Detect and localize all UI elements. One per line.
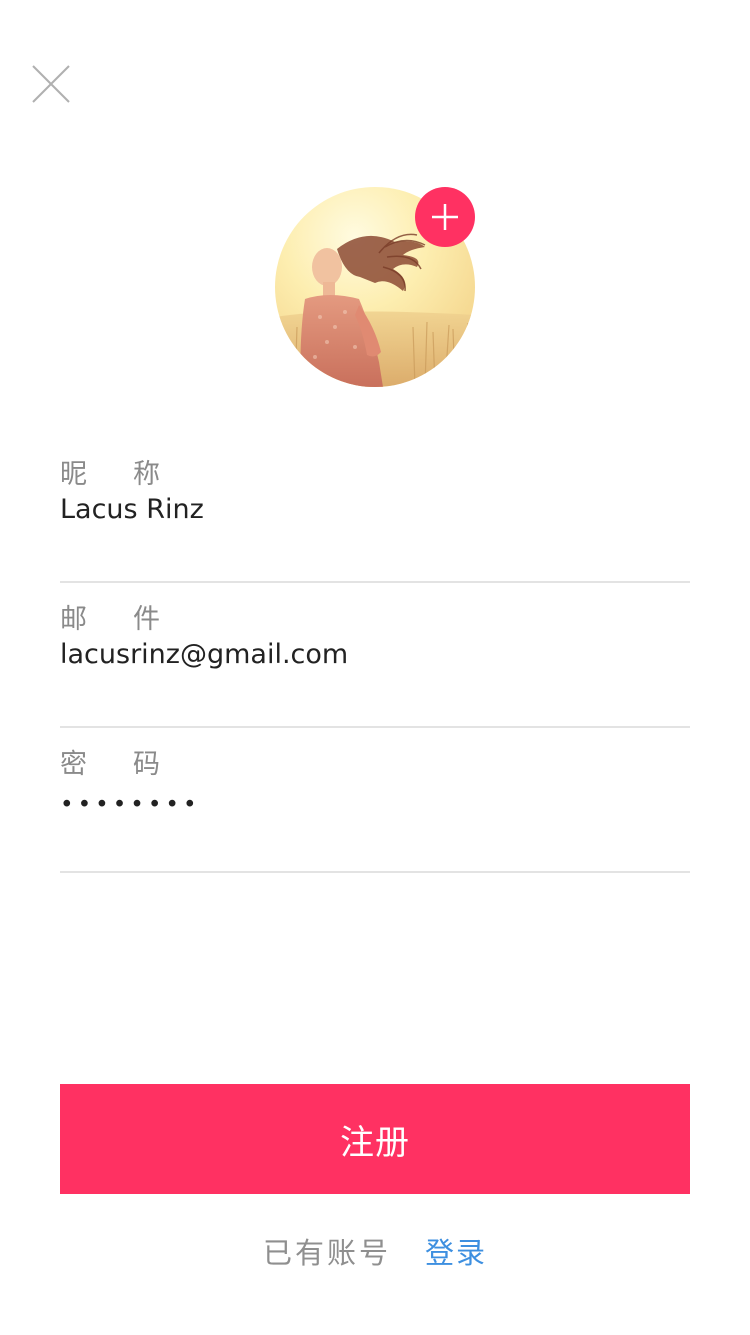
login-link[interactable]: 登录: [425, 1236, 487, 1270]
nickname-label-char-2: 称: [133, 459, 162, 490]
password-field: 密码 ••••••••: [60, 728, 690, 873]
nickname-label: 昵称: [60, 452, 162, 491]
avatar-area: [275, 187, 475, 387]
nickname-input[interactable]: [60, 494, 680, 525]
plus-icon: [432, 204, 458, 230]
email-label-char-1: 邮: [60, 604, 89, 635]
register-button[interactable]: 注册: [60, 1084, 690, 1194]
password-label-char-1: 密: [60, 749, 89, 780]
password-label-char-2: 码: [133, 749, 162, 780]
password-label: 密码: [60, 742, 162, 781]
login-prompt: 已有账号 登录: [0, 1230, 750, 1272]
password-input[interactable]: ••••••••: [60, 792, 201, 818]
email-label: 邮件: [60, 597, 162, 636]
register-button-label: 注册: [340, 1122, 410, 1163]
email-label-char-2: 件: [133, 604, 162, 635]
email-input[interactable]: [60, 639, 680, 670]
nickname-field: 昵称: [60, 438, 690, 583]
have-account-text: 已有账号: [262, 1236, 391, 1270]
add-avatar-button[interactable]: [415, 187, 475, 247]
close-button[interactable]: [30, 63, 72, 105]
close-icon: [32, 65, 70, 103]
nickname-label-char-1: 昵: [60, 459, 89, 490]
email-field: 邮件: [60, 583, 690, 728]
